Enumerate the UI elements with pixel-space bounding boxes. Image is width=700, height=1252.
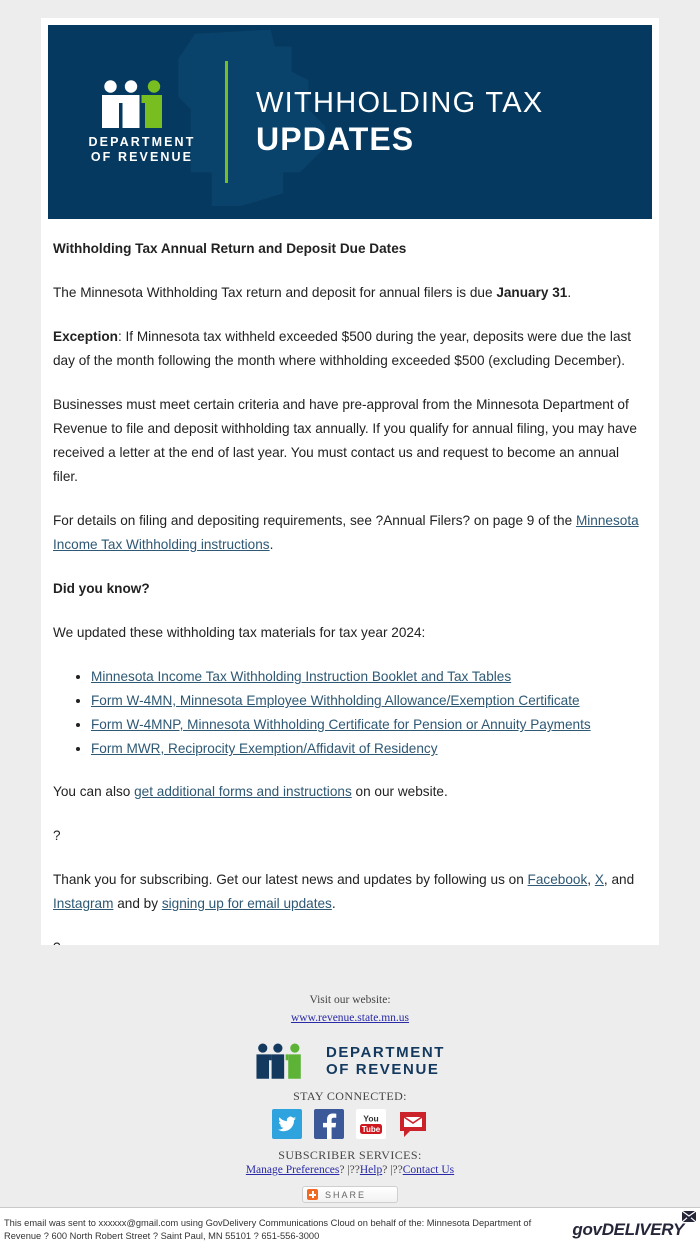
due-date-text-b: . [567,285,572,300]
sent-disclaimer-line-1: This email was sent to xxxxxx@gmail.com … [4,1218,532,1228]
thank-you-text-b: , [587,872,595,887]
paragraph-details: For details on filing and depositing req… [53,509,647,557]
footer-logo: DEPARTMENT OF REVENUE [0,1043,700,1079]
additional-forms-text-b: on our website. [351,784,448,799]
email-body: Withholding Tax Annual Return and Deposi… [48,219,652,1002]
govdelivery-gov: gov [572,1220,602,1239]
thank-you-text-e: . [331,896,336,911]
banner-logo: DEPARTMENT OF REVENUE [81,79,203,165]
link-additional-forms[interactable]: get additional forms and instructions [134,784,352,799]
thank-you-text-a: Thank you for subscribing. Get our lates… [53,872,528,887]
stay-connected-label: STAY CONNECTED: [293,1089,407,1103]
link-instruction-booklet[interactable]: Minnesota Income Tax Withholding Instruc… [91,669,511,684]
banner-content: DEPARTMENT OF REVENUE WITHHOLDING TAX UP… [48,25,652,219]
paragraph-updated-materials: We updated these withholding tax materia… [53,625,426,640]
exception-text: : If Minnesota tax withheld exceeded $50… [53,329,632,368]
visit-website-block: Visit our website: www.revenue.state.mn.… [0,945,700,1026]
govdelivery-wordmark: govDELIVERY [572,1220,684,1239]
details-text-a: For details on filing and depositing req… [53,513,576,528]
separator-1: ? |?? [339,1164,360,1176]
plus-icon [307,1189,318,1200]
svg-text:You: You [363,1114,378,1124]
twitter-icon[interactable] [272,1109,302,1139]
body-heading: Withholding Tax Annual Return and Deposi… [53,241,407,256]
email-banner: DEPARTMENT OF REVENUE WITHHOLDING TAX UP… [48,25,652,219]
link-instagram[interactable]: Instagram [53,896,113,911]
share-button-label: SHARE [325,1189,367,1200]
email-footer: Visit our website: www.revenue.state.mn.… [0,945,700,1207]
sent-disclaimer: This email was sent to xxxxxx@gmail.com … [4,1217,531,1243]
banner-title-line-1: WITHHOLDING TAX [256,87,544,119]
link-email-signup[interactable]: signing up for email updates [162,896,332,911]
mn-logo-icon [256,1043,301,1079]
paragraph-additional-forms: You can also get additional forms and in… [53,780,647,804]
banner-divider [225,61,228,183]
youtube-icon[interactable]: You Tube [356,1109,386,1139]
additional-forms-text-a: You can also [53,784,135,799]
email-page: DEPARTMENT OF REVENUE WITHHOLDING TAX UP… [0,0,700,1252]
subscriber-links: Manage Preferences? |??Help? |??Contact … [0,1164,700,1176]
envelope-icon [682,1211,696,1222]
link-manage-preferences[interactable]: Manage Preferences [246,1164,340,1176]
footer-dept-line-2: OF REVENUE [325,1061,440,1078]
visit-website-label: Visit our website: [309,994,391,1006]
mn-logo-icon [102,79,162,128]
thank-you-text-c: , and [603,872,635,887]
exception-label: Exception [53,329,118,344]
link-x[interactable]: X [595,872,604,887]
paragraph-criteria: Businesses must meet certain criteria an… [53,397,637,484]
link-facebook[interactable]: Facebook [528,872,588,887]
paragraph-thank-you: Thank you for subscribing. Get our lates… [53,868,647,916]
list-item: Form W-4MN, Minnesota Employee Withholdi… [91,689,647,713]
list-item: Form MWR, Reciprocity Exemption/Affidavi… [91,737,647,761]
banner-title-line-2: UPDATES [256,121,415,157]
list-item: Minnesota Income Tax Withholding Instruc… [91,665,647,689]
link-form-w4mn[interactable]: Form W-4MN, Minnesota Employee Withholdi… [91,693,580,708]
subscriber-services-label: SUBSCRIBER SERVICES: [278,1148,422,1162]
svg-text:Tube: Tube [362,1125,381,1134]
share-button[interactable]: SHARE [302,1186,398,1203]
link-form-w4mnp[interactable]: Form W-4MNP, Minnesota Withholding Certi… [91,717,591,732]
details-text-b: . [269,537,274,552]
banner-dept-line-1: DEPARTMENT [88,134,196,149]
spacer-paragraph-1: ? [53,828,61,843]
link-help[interactable]: Help [360,1164,382,1176]
govdelivery-bar: This email was sent to xxxxxx@gmail.com … [0,1207,700,1252]
sent-disclaimer-line-2: Revenue ? 600 North Robert Street ? Sain… [4,1231,320,1241]
banner-dept-line-2: OF REVENUE [90,149,194,164]
banner-title: WITHHOLDING TAX UPDATES [256,86,544,158]
link-form-mwr[interactable]: Form MWR, Reciprocity Exemption/Affidavi… [91,741,438,756]
list-item: Form W-4MNP, Minnesota Withholding Certi… [91,713,647,737]
paragraph-due-date: The Minnesota Withholding Tax return and… [53,281,647,305]
paragraph-exception: Exception: If Minnesota tax withheld exc… [53,325,647,373]
link-revenue-website[interactable]: www.revenue.state.mn.us [0,1010,700,1026]
due-date-emphasis: January 31 [496,285,568,300]
link-contact-us[interactable]: Contact Us [403,1164,454,1176]
thank-you-text-d: and by [113,896,162,911]
email-icon[interactable] [398,1109,428,1139]
materials-list: Minnesota Income Tax Withholding Instruc… [53,665,647,761]
facebook-icon[interactable] [314,1109,344,1139]
due-date-text-a: The Minnesota Withholding Tax return and… [53,285,497,300]
govdelivery-delivery: DELIVERY [601,1220,685,1239]
email-card: DEPARTMENT OF REVENUE WITHHOLDING TAX UP… [41,18,659,1009]
footer-dept-text: DEPARTMENT OF REVENUE [326,1044,445,1078]
social-links: You Tube [0,1109,700,1139]
govdelivery-logo: govDELIVERY [572,1211,696,1240]
footer-dept-line-1: DEPARTMENT [325,1044,446,1061]
did-you-know-heading: Did you know? [53,581,150,596]
separator-2: ? |?? [382,1164,403,1176]
